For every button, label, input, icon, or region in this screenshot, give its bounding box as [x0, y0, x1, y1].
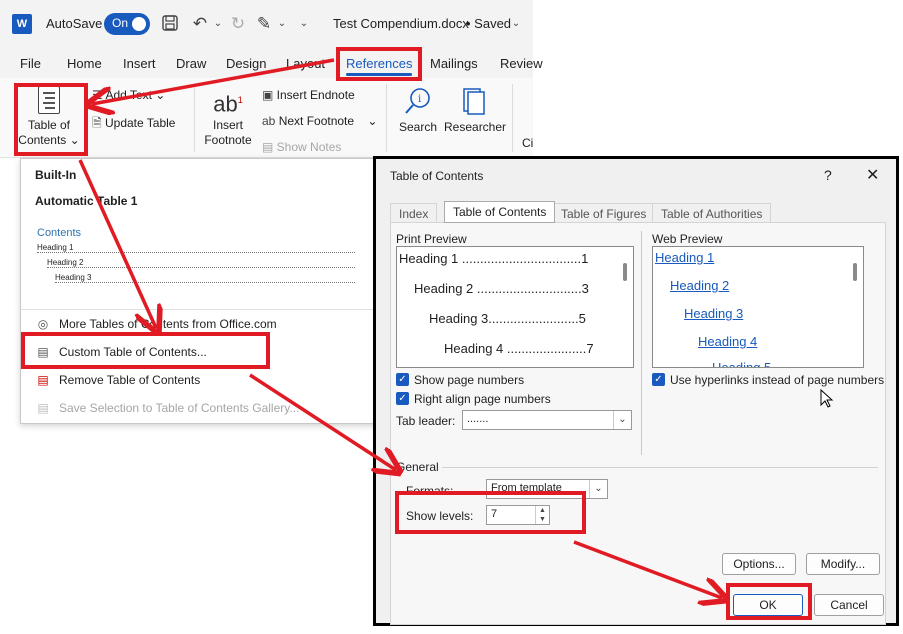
annotation-arrow	[78, 159, 156, 328]
tab-table-of-contents[interactable]: Table of Contents	[444, 201, 556, 223]
annotation-arrow	[92, 58, 335, 104]
annotation-arrow	[573, 540, 722, 598]
annotation-arrows	[78, 58, 903, 634]
annotation-arrow	[249, 373, 396, 470]
